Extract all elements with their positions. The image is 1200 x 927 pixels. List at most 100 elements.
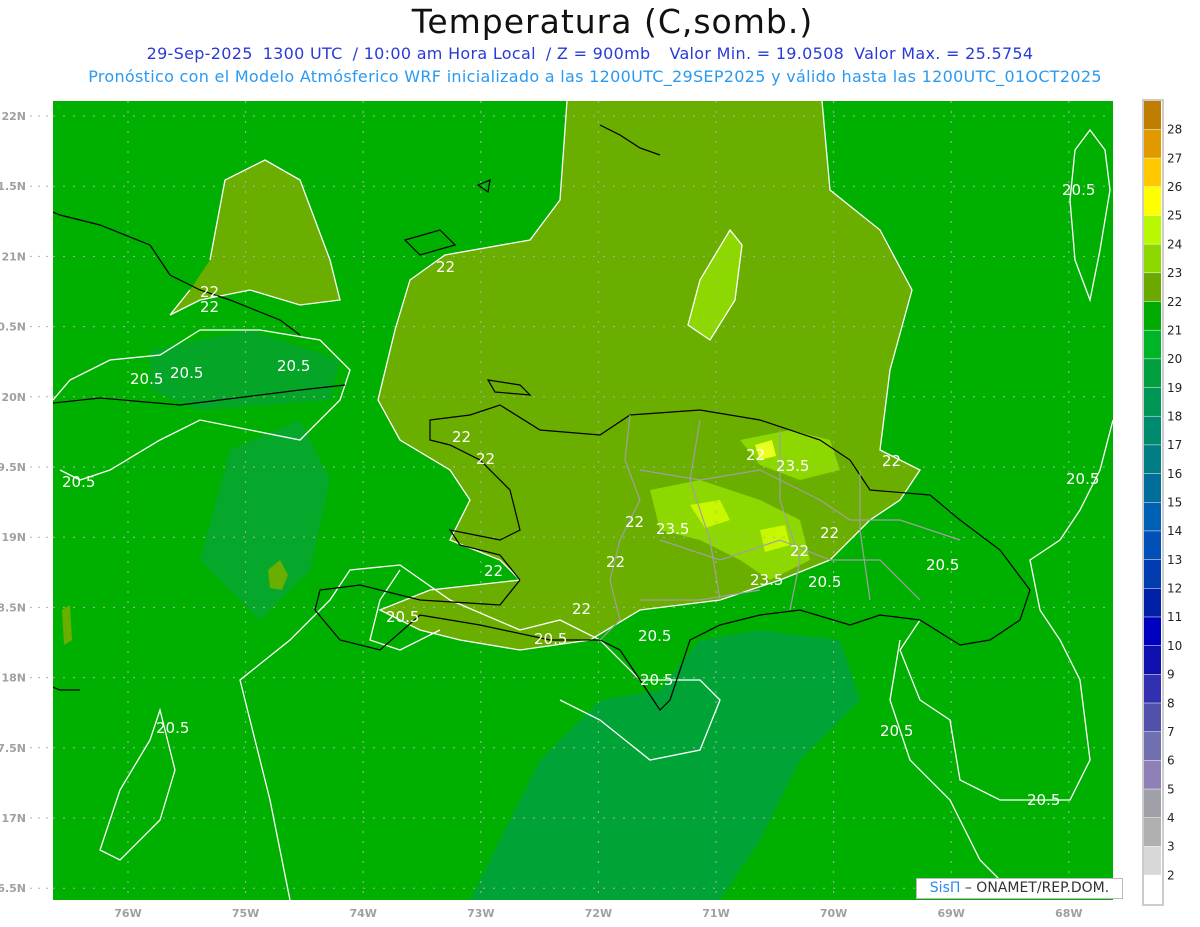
contour-label: 20.5 <box>386 608 419 626</box>
lon-tick-label: 68W <box>1055 907 1082 920</box>
colorbar-label: 19 <box>1167 381 1182 395</box>
colorbar-label: 14 <box>1167 524 1182 538</box>
lat-tick-label: 19N <box>1 531 26 544</box>
contour-label: 22 <box>476 450 495 468</box>
contour-label: 22 <box>746 446 765 464</box>
valid-time-line: 29-Sep-2025 1300 UTC / 10:00 am Hora Local… <box>0 44 1180 63</box>
colorbar-swatch <box>1144 674 1161 703</box>
colorbar-label: 7 <box>1167 725 1175 739</box>
colorbar-label: 24 <box>1167 237 1182 251</box>
colorbar-label: 15 <box>1167 496 1182 510</box>
map-area: 22 22 22 22 22 22 22 22 22 22 22 22 22 2… <box>53 101 1113 900</box>
contour-label: 22 <box>882 452 901 470</box>
min-value: Valor Min. = 19.0508 <box>669 44 845 63</box>
lat-tick-label: 21N <box>1 250 26 263</box>
contour-label: 20.5 <box>1027 791 1060 809</box>
colorbar-swatch <box>1144 301 1161 330</box>
lat-tick-label: 20N <box>1 391 26 404</box>
contour-label: 22 <box>606 553 625 571</box>
colorbar-label: 3 <box>1167 840 1175 854</box>
colorbar-swatch <box>1144 645 1161 675</box>
contour-label: 20.5 <box>808 573 841 591</box>
contour-label: 23.5 <box>656 520 689 538</box>
latitude-axis: 22N 1.5N 21N 0.5N 20N 9.5N 19N 8.5N 18N 7.5N 17N 6.… <box>0 110 53 895</box>
colorbar-label: 26 <box>1167 180 1182 194</box>
colorbar-swatch <box>1144 273 1161 302</box>
lat-tick-label: 18N <box>1 672 26 685</box>
lon-tick-label: 76W <box>114 907 141 920</box>
colorbar-swatch <box>1144 330 1161 359</box>
colorbar-label: 21 <box>1167 323 1182 337</box>
contour-label: 23.5 <box>750 571 783 589</box>
colorbar-swatch <box>1144 846 1161 875</box>
contour-label: 22 <box>572 600 591 618</box>
colorbar-label: 4 <box>1167 811 1175 825</box>
temperature-map: 22 22 22 22 22 22 22 22 22 22 22 22 22 2… <box>0 99 1182 920</box>
colorbar-label: 10 <box>1167 639 1182 653</box>
credit-box: SisΠ – ONAMET/REP.DOM. <box>916 878 1123 899</box>
colorbar-label: 6 <box>1167 754 1175 768</box>
colorbar-label: 9 <box>1167 668 1175 682</box>
contour-label: 20.5 <box>170 364 203 382</box>
colorbar-label: 5 <box>1167 782 1175 796</box>
contour-label: 20.5 <box>130 370 163 388</box>
colorbar-label: 11 <box>1167 610 1182 624</box>
contour-label: 20.5 <box>534 630 567 648</box>
map-title: Temperatura (C,somb.) <box>411 2 814 41</box>
colorbar-swatch <box>1144 129 1161 158</box>
lon-tick-label: 71W <box>702 907 729 920</box>
lat-tick-label: 1.5N <box>0 180 26 193</box>
contour-label: 20.5 <box>1062 181 1095 199</box>
colorbar-label: 23 <box>1167 266 1182 280</box>
contour-label: 22 <box>820 524 839 542</box>
lon-tick-label: 75W <box>232 907 259 920</box>
colorbar-swatch <box>1144 359 1161 388</box>
credit-text: – ONAMET/REP.DOM. <box>964 880 1110 896</box>
colorbar-label: 12 <box>1167 582 1182 596</box>
time-utc: 1300 UTC <box>262 44 343 63</box>
contour-label: 22 <box>790 542 809 560</box>
contour-label: 22 <box>625 513 644 531</box>
contour-label: 20.5 <box>156 719 189 737</box>
lat-tick-label: 22N <box>1 110 26 123</box>
colorbar: 2827262524232221201918171615141312111098… <box>1142 99 1182 906</box>
colorbar-swatch <box>1144 588 1161 617</box>
colorbar-swatch <box>1144 703 1161 732</box>
colorbar-swatch <box>1144 445 1161 474</box>
lat-tick-label: 7.5N <box>0 742 26 755</box>
colorbar-label: 28 <box>1167 123 1182 137</box>
local-time: / 10:00 am Hora Local <box>352 44 536 63</box>
colorbar-label: 25 <box>1167 209 1182 223</box>
colorbar-swatch <box>1144 215 1161 244</box>
lat-tick-label: 8.5N <box>0 601 26 614</box>
contour-label: 20.5 <box>640 671 673 689</box>
contour-label: 22 <box>484 562 503 580</box>
lat-tick-label: 0.5N <box>0 321 26 334</box>
colorbar-swatch <box>1144 817 1161 847</box>
date: 29-Sep-2025 <box>146 44 253 63</box>
lat-tick-label: 9.5N <box>0 461 26 474</box>
contour-label: 23.5 <box>776 457 809 475</box>
colorbar-swatch <box>1144 502 1161 531</box>
colorbar-swatch <box>1144 387 1161 416</box>
max-value: Valor Max. = 25.5754 <box>854 44 1034 63</box>
longitude-axis: 76W 75W 74W 73W 72W 71W 70W 69W 68W <box>114 907 1082 920</box>
colorbar-label: 17 <box>1167 438 1182 452</box>
colorbar-swatch <box>1144 416 1161 445</box>
colorbar-swatch <box>1144 244 1161 273</box>
colorbar-label: 27 <box>1167 151 1182 165</box>
colorbar-label: 8 <box>1167 696 1175 710</box>
lon-tick-label: 70W <box>820 907 847 920</box>
lon-tick-label: 74W <box>349 907 376 920</box>
contour-label: 20.5 <box>1066 470 1099 488</box>
lat-tick-label: 6.5N <box>0 882 26 895</box>
colorbar-swatch <box>1144 158 1161 187</box>
model-info-line: Pronóstico con el Modelo Atmósferico WRF… <box>88 67 1102 86</box>
colorbar-swatch <box>1144 760 1161 789</box>
colorbar-swatch <box>1144 789 1161 818</box>
colorbar-label: 20 <box>1167 352 1182 366</box>
contour-label: 22 <box>452 428 471 446</box>
pressure-level: / Z = 900mb <box>545 44 651 63</box>
colorbar-label: 13 <box>1167 553 1182 567</box>
contour-label: 20.5 <box>880 722 913 740</box>
